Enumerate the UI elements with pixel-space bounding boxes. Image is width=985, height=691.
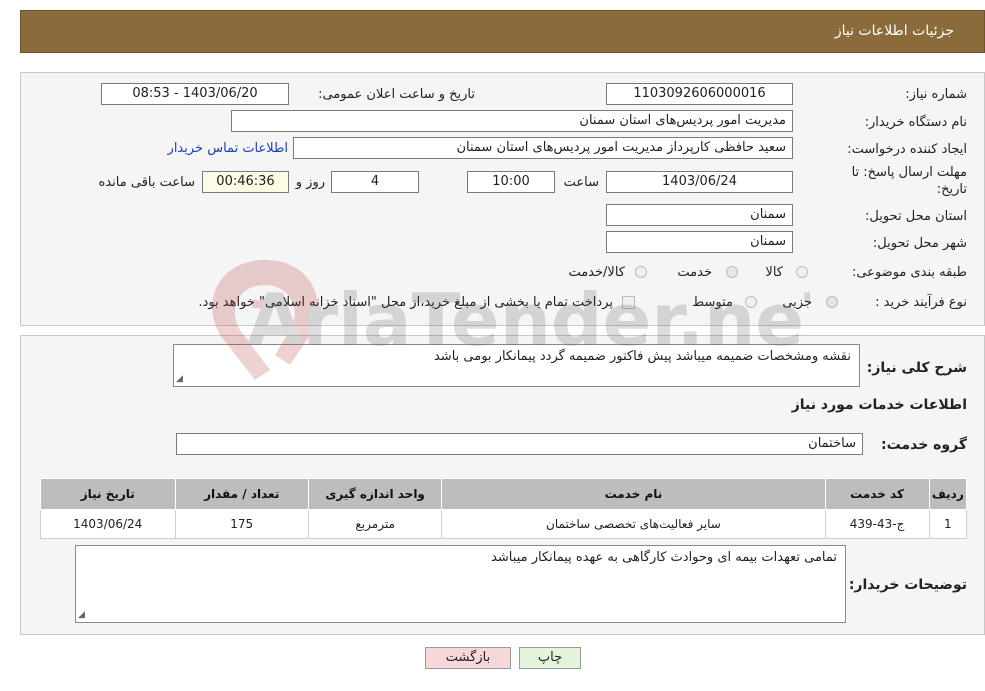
process-radio-medium[interactable]: [745, 296, 757, 308]
deadline-label-line2: تاریخ:: [936, 182, 967, 197]
buyer-org-field: مدیریت امور پردیس‌های استان سمنان: [231, 110, 793, 132]
cell-unit: مترمربع: [307, 509, 443, 539]
process-option-minor: جزیی: [782, 295, 812, 310]
description-text: نقشه ومشخصات ضمیمه میباشد پیش فاکتور ضمی…: [433, 349, 851, 364]
services-section-title: اطلاعات خدمات مورد نیاز: [791, 397, 967, 413]
service-group-field: ساختمان: [176, 433, 863, 455]
category-option-service: خدمت: [677, 265, 712, 280]
resize-grip-icon[interactable]: ◢: [176, 374, 183, 384]
remaining-label: ساعت باقی مانده: [98, 175, 195, 190]
buyer-notes-label: توضیحات خریدار:: [848, 577, 967, 593]
col-need-date: تاریخ نیاز: [40, 478, 176, 510]
services-table-header: ردیف کد خدمت نام خدمت واحد اندازه گیری ت…: [40, 478, 968, 510]
remaining-time-field: 00:46:36: [202, 171, 289, 193]
resize-grip-icon[interactable]: ◢: [78, 610, 85, 620]
category-radio-goods[interactable]: [796, 266, 808, 278]
page-header: جزئیات اطلاعات نیاز: [20, 10, 985, 53]
cell-row-number: 1: [928, 509, 968, 539]
print-button[interactable]: چاپ: [519, 647, 581, 669]
city-field: سمنان: [606, 231, 793, 253]
treasury-payment-checkbox[interactable]: [622, 296, 635, 309]
announce-datetime-field: 1403/06/20 - 08:53: [101, 83, 289, 105]
category-radio-goods-service[interactable]: [635, 266, 647, 278]
treasury-payment-note: پرداخت تمام یا بخشی از مبلغ خرید،از محل …: [198, 295, 613, 310]
deadline-time-label: ساعت: [563, 175, 599, 190]
announce-datetime-label: تاریخ و ساعت اعلان عمومی:: [318, 87, 475, 102]
col-quantity: تعداد / مقدار: [174, 478, 309, 510]
page-title: جزئیات اطلاعات نیاز: [834, 23, 954, 39]
deadline-time-field: 10:00: [467, 171, 555, 193]
category-option-goods-service: کالا/خدمت: [568, 265, 625, 280]
deadline-label-line1: مهلت ارسال پاسخ: تا: [851, 165, 967, 180]
need-number-label: شماره نیاز:: [905, 87, 967, 102]
cell-need-date: 1403/06/24: [40, 509, 176, 539]
days-label: روز و: [295, 175, 325, 190]
table-row: 1 ج-43-439 سایر فعالیت‌های تخصصی ساختمان…: [40, 509, 968, 539]
services-table: ردیف کد خدمت نام خدمت واحد اندازه گیری ت…: [40, 478, 968, 539]
remaining-days-field: 4: [331, 171, 419, 193]
description-label: شرح کلی نیاز:: [866, 360, 967, 376]
buyer-contact-link[interactable]: اطلاعات تماس خریدار: [168, 141, 288, 156]
col-unit: واحد اندازه گیری: [307, 478, 443, 510]
category-radio-service[interactable]: [726, 266, 738, 278]
col-service-code: کد خدمت: [824, 478, 930, 510]
province-label: استان محل تحویل:: [865, 209, 967, 224]
process-radio-minor[interactable]: [826, 296, 838, 308]
buyer-notes-textarea: تمامی تعهدات بیمه ای وحوادث کارگاهی به ع…: [75, 545, 846, 623]
description-textarea: نقشه ومشخصات ضمیمه میباشد پیش فاکتور ضمی…: [173, 344, 860, 387]
cell-service-code: ج-43-439: [824, 509, 930, 539]
city-label: شهر محل تحویل:: [872, 236, 967, 251]
category-label: طبقه بندی موضوعی:: [851, 265, 967, 280]
category-option-goods: کالا: [765, 265, 783, 280]
col-service-name: نام خدمت: [441, 478, 826, 510]
cell-quantity: 175: [174, 509, 309, 539]
process-option-medium: متوسط: [692, 295, 733, 310]
process-type-label: نوع فرآیند خرید :: [875, 295, 967, 310]
creator-field: سعید حافظی کارپرداز مدیریت امور پردیس‌ها…: [293, 137, 793, 159]
deadline-date-field: 1403/06/24: [606, 171, 793, 193]
buyer-org-label: نام دستگاه خریدار:: [864, 115, 967, 130]
need-number-field: 1103092606000016: [606, 83, 793, 105]
cell-service-name: سایر فعالیت‌های تخصصی ساختمان: [441, 509, 826, 539]
service-group-label: گروه خدمت:: [881, 437, 967, 453]
creator-label: ایجاد کننده درخواست:: [847, 142, 967, 157]
buyer-notes-text: تمامی تعهدات بیمه ای وحوادث کارگاهی به ع…: [491, 550, 837, 565]
col-row-number: ردیف: [928, 478, 968, 510]
back-button[interactable]: بازگشت: [425, 647, 511, 669]
province-field: سمنان: [606, 204, 793, 226]
